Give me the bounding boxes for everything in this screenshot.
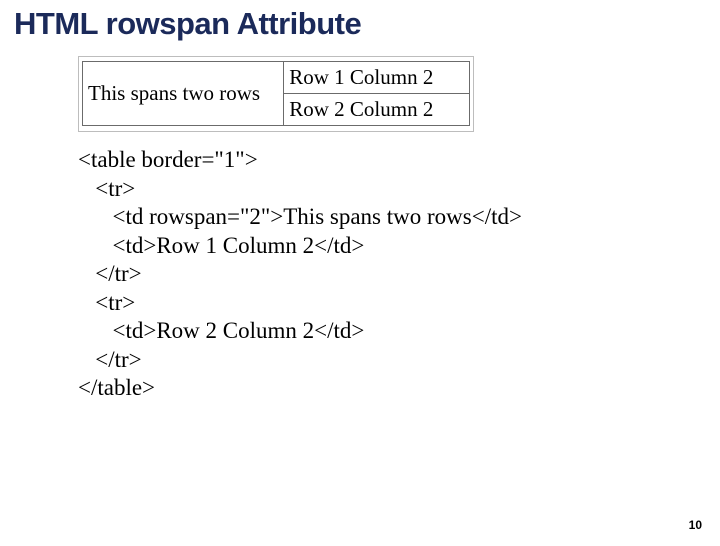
code-line: <tr> xyxy=(78,176,135,201)
code-line: </table> xyxy=(78,375,155,400)
code-line: <table border="1"> xyxy=(78,147,258,172)
page-number: 10 xyxy=(689,518,702,532)
table-row: This spans two rows Row 1 Column 2 xyxy=(83,62,470,94)
code-line: </tr> xyxy=(78,347,142,372)
code-line: <td>Row 1 Column 2</td> xyxy=(78,233,364,258)
example-span-cell: This spans two rows xyxy=(83,62,284,126)
code-line: <td rowspan="2">This spans two rows</td> xyxy=(78,204,522,229)
code-line: </tr> xyxy=(78,261,142,286)
code-line: <td>Row 2 Column 2</td> xyxy=(78,318,364,343)
slide-title: HTML rowspan Attribute xyxy=(14,6,720,42)
code-sample: <table border="1"> <tr> <td rowspan="2">… xyxy=(78,146,720,403)
example-r2c2: Row 2 Column 2 xyxy=(284,94,470,126)
example-rendered-table: This spans two rows Row 1 Column 2 Row 2… xyxy=(82,61,470,126)
example-rendered-wrap: This spans two rows Row 1 Column 2 Row 2… xyxy=(78,56,474,132)
example-r1c2: Row 1 Column 2 xyxy=(284,62,470,94)
code-line: <tr> xyxy=(78,290,135,315)
